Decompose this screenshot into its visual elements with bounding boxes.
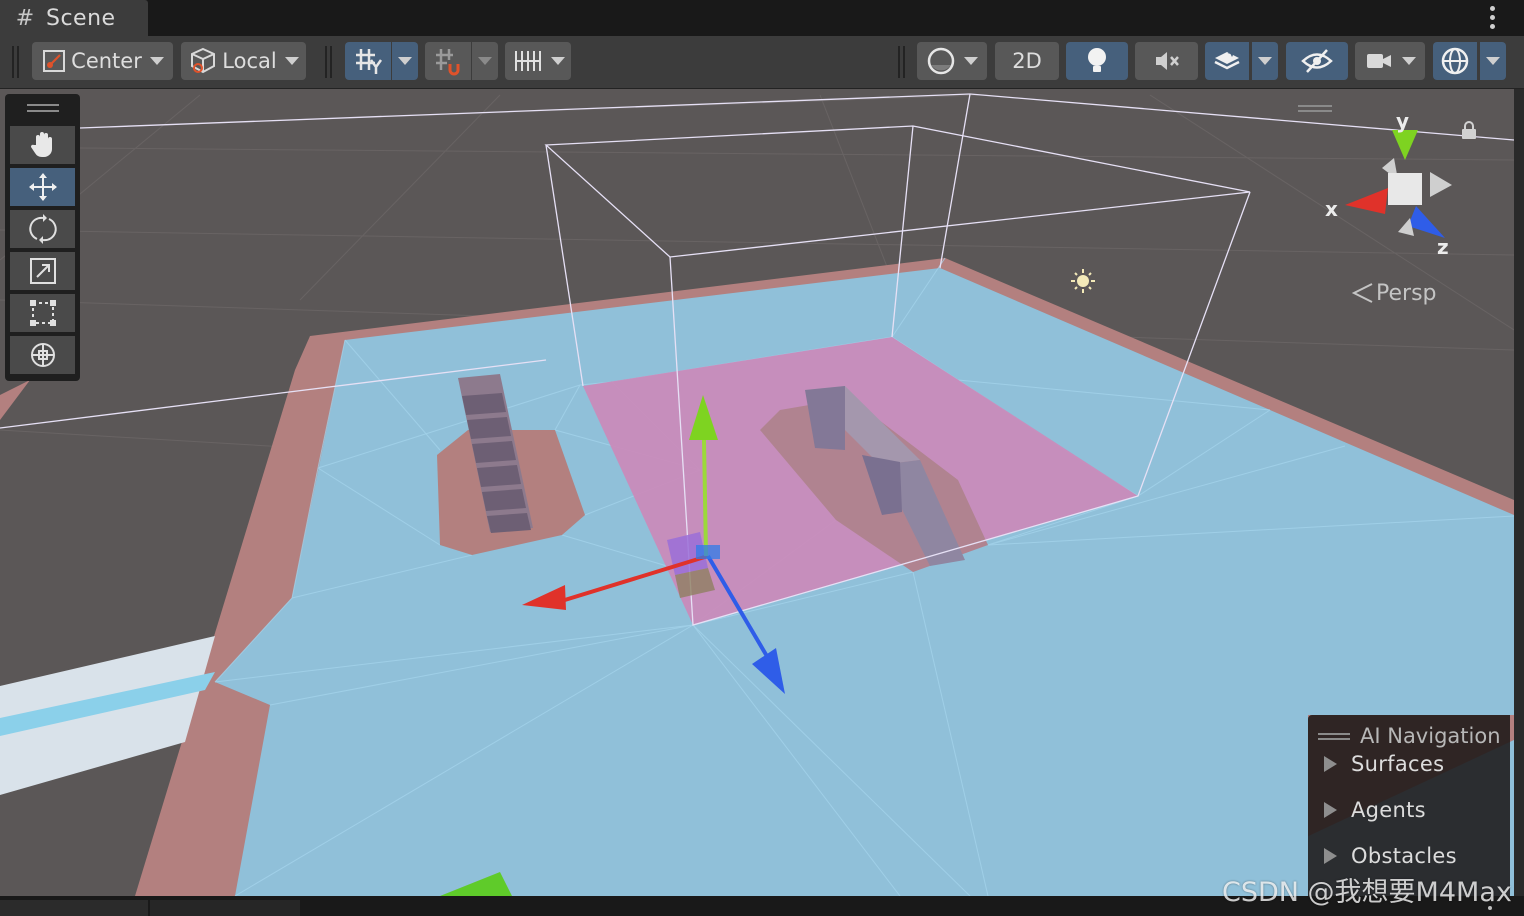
gizmo-y-label: y	[1396, 109, 1409, 133]
toggle-2d-button[interactable]: 2D	[995, 42, 1059, 80]
grid-visibility-button[interactable]	[345, 42, 391, 80]
viewport-right-edge	[1514, 89, 1524, 896]
increment-snap-dropdown[interactable]	[545, 42, 571, 80]
grid-y-icon	[356, 49, 383, 74]
overlay-drag-handle-icon	[1318, 730, 1350, 743]
scene-tab-bar: # Scene	[0, 0, 1524, 36]
scene-camera-dropdown[interactable]	[1355, 42, 1425, 80]
pivot-mode-dropdown[interactable]: Center	[32, 42, 173, 80]
gizmos-toggle[interactable]	[1433, 42, 1477, 80]
increment-snap-icon	[515, 51, 541, 71]
gizmo-globe-icon	[1441, 47, 1469, 75]
grid-snap-dropdown[interactable]	[472, 42, 498, 80]
scale-tool-button[interactable]	[10, 252, 75, 290]
toggle-2d-label: 2D	[1012, 49, 1042, 73]
transform-icon	[30, 343, 55, 367]
ai-navigation-overlay[interactable]: AI Navigation Surfaces Agents Obstacles	[1308, 715, 1510, 896]
effects-layers-icon	[1214, 49, 1240, 70]
overlay-item-label: Agents	[1351, 798, 1426, 822]
scale-icon	[29, 258, 56, 284]
audio-mute-icon	[1155, 52, 1179, 70]
overlay-item-label: Obstacles	[1351, 844, 1457, 868]
chevron-down-icon	[1258, 57, 1272, 65]
tab-menu-icon[interactable]	[1490, 6, 1496, 29]
chevron-down-icon	[964, 57, 978, 65]
overlay-item-surfaces[interactable]: Surfaces	[1324, 749, 1444, 779]
chevron-down-icon	[1486, 57, 1500, 65]
hand-icon	[30, 132, 52, 158]
gizmos-dropdown[interactable]	[1480, 42, 1506, 80]
overlay-item-obstacles[interactable]: Obstacles	[1324, 841, 1457, 871]
watermark-text: CSDN @我想要M4Max	[1222, 877, 1512, 908]
local-cube-icon	[191, 47, 216, 74]
effects-toggle[interactable]	[1205, 42, 1249, 80]
perspective-icon	[1351, 283, 1373, 303]
hand-tool-button[interactable]	[10, 126, 75, 164]
rect-tool-button[interactable]	[10, 294, 75, 332]
bottom-tab-1[interactable]	[0, 900, 148, 916]
lock-icon[interactable]	[1460, 120, 1478, 140]
gizmo-plane-handle[interactable]	[696, 545, 720, 559]
rect-transform-icon	[29, 300, 56, 326]
lighting-toggle[interactable]	[1066, 42, 1128, 80]
audio-toggle[interactable]	[1135, 42, 1198, 80]
gizmo-y-axis[interactable]	[702, 439, 708, 557]
chevron-down-icon	[551, 57, 565, 65]
eye-slash-icon	[1301, 49, 1333, 73]
projection-label: Persp	[1376, 280, 1437, 306]
pivot-rotation-label: Local	[222, 49, 277, 73]
grid-snap-button[interactable]	[425, 42, 471, 80]
scene-viewport[interactable]: y x z	[0, 89, 1514, 896]
camera-icon	[1367, 54, 1391, 68]
move-arrows-icon	[28, 173, 57, 201]
grid-visibility-dropdown[interactable]	[392, 42, 418, 80]
rotate-tool-button[interactable]	[10, 210, 75, 248]
rotate-icon	[28, 214, 57, 244]
scene-tab[interactable]: # Scene	[0, 0, 148, 36]
gizmo-x-label: x	[1325, 197, 1338, 221]
tool-palette	[5, 94, 80, 381]
pivot-rotation-dropdown[interactable]: Local	[181, 42, 306, 80]
overlay-item-agents[interactable]: Agents	[1324, 795, 1426, 825]
expand-arrow-icon	[1324, 848, 1337, 864]
scene-grid-icon: #	[15, 5, 35, 31]
ai-navigation-header[interactable]: AI Navigation	[1318, 721, 1501, 751]
chevron-down-icon	[284, 57, 299, 65]
shaded-sphere-icon	[927, 47, 955, 75]
projection-toggle[interactable]: Persp	[1350, 280, 1437, 306]
gizmo-z-label: z	[1437, 235, 1449, 259]
effects-dropdown[interactable]	[1252, 42, 1278, 80]
chevron-down-icon	[1402, 57, 1416, 65]
bottom-tab-2[interactable]	[150, 900, 300, 916]
expand-arrow-icon	[1324, 756, 1337, 772]
draw-mode-dropdown[interactable]	[917, 42, 987, 80]
toolbar-grip-2[interactable]	[325, 46, 333, 78]
pivot-mode-label: Center	[71, 49, 142, 73]
scene-toolbar: Center Local 2D	[0, 36, 1524, 89]
expand-arrow-icon	[1324, 802, 1337, 818]
transform-tool-button[interactable]	[10, 336, 75, 374]
grid-snap-icon	[436, 49, 460, 76]
overlay-item-label: Surfaces	[1351, 752, 1445, 776]
move-tool-button[interactable]	[10, 168, 75, 206]
pivot-center-icon	[43, 50, 66, 72]
toolbar-grip-left[interactable]	[12, 46, 20, 78]
lightbulb-icon	[1088, 48, 1106, 72]
scene-render[interactable]: y x z	[0, 89, 1514, 896]
ai-navigation-title: AI Navigation	[1360, 724, 1501, 748]
chevron-down-icon	[149, 57, 164, 65]
scene-visibility-toggle[interactable]	[1286, 42, 1348, 80]
chevron-down-icon	[478, 57, 492, 65]
toolbar-grip-3[interactable]	[898, 46, 906, 78]
scene-tab-title: Scene	[46, 5, 116, 31]
palette-drag-handle[interactable]	[27, 104, 59, 116]
chevron-down-icon	[398, 57, 412, 65]
